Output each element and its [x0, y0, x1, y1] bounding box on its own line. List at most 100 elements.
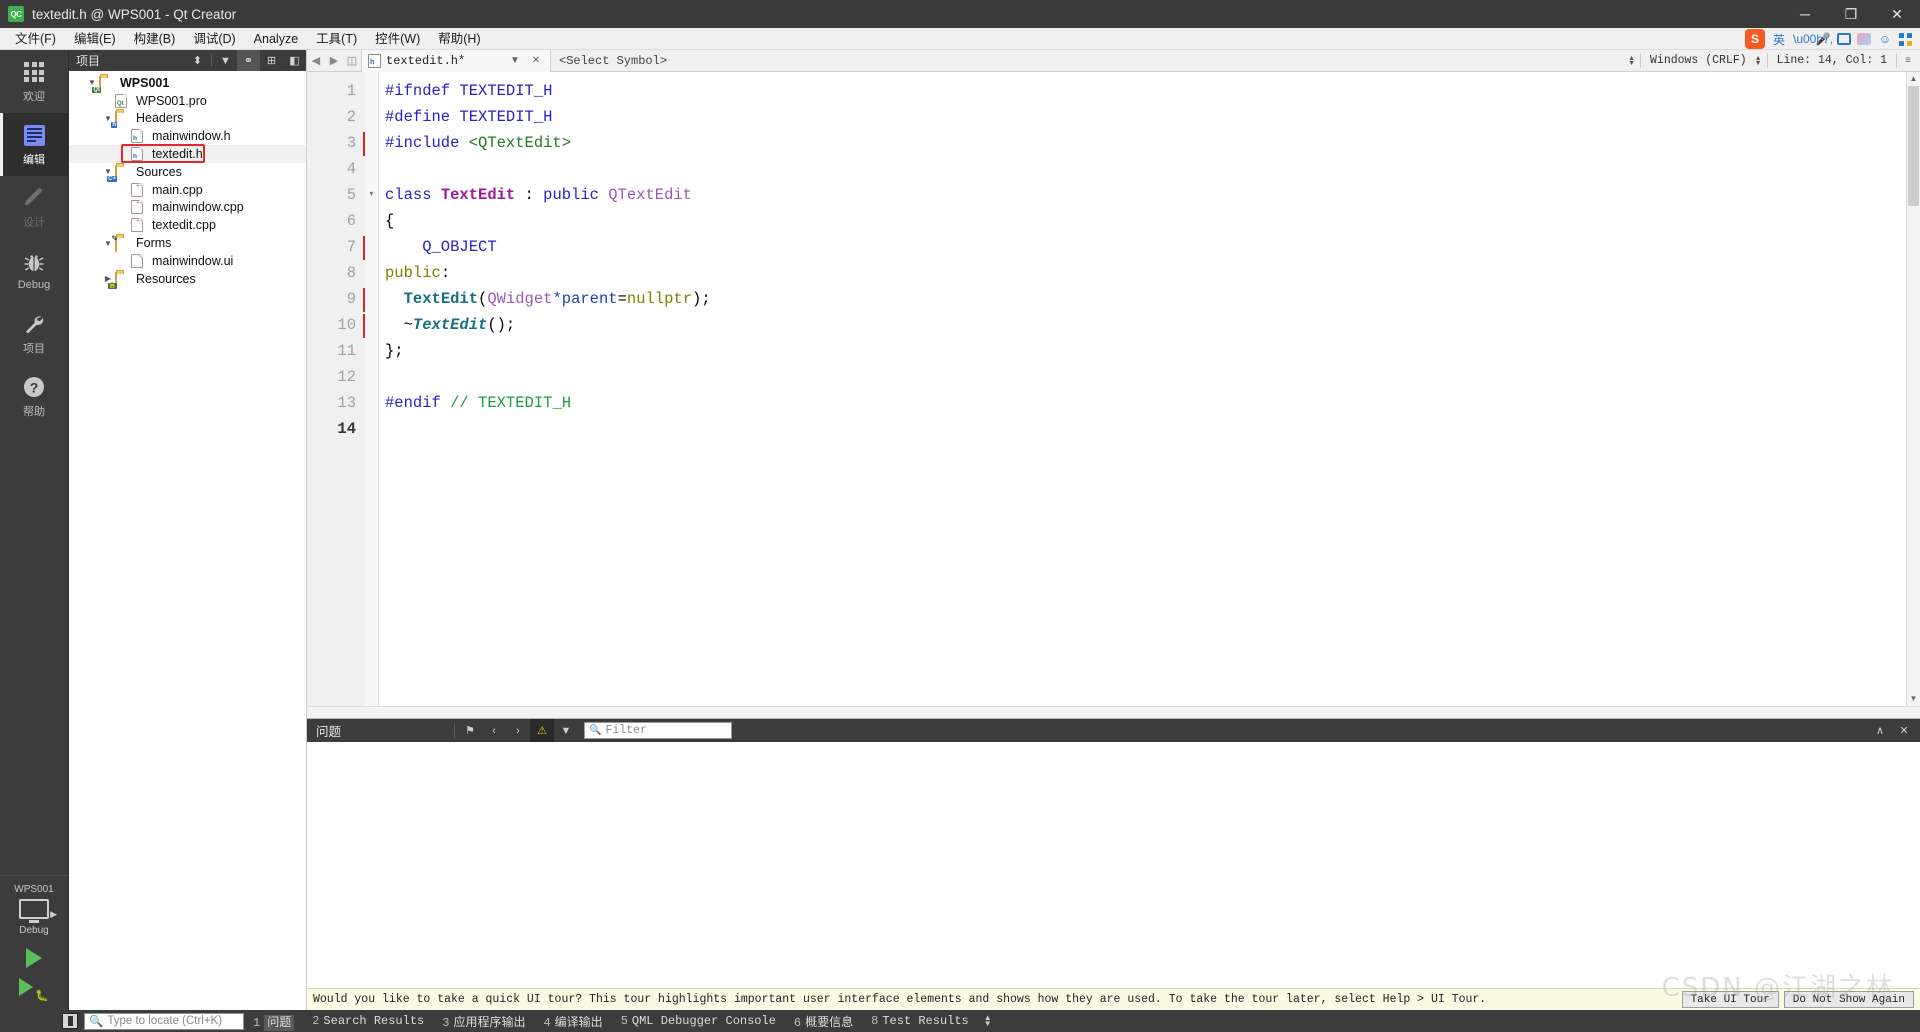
- output-pane-label: QML Debugger Console: [631, 1014, 776, 1028]
- symbol-selector[interactable]: <Select Symbol>: [551, 54, 675, 68]
- editor-splitter-icon[interactable]: ▲ ▼: [1628, 55, 1635, 67]
- output-pane-button-3[interactable]: 3 应用程序输出: [433, 1013, 534, 1030]
- line-ending-selector[interactable]: Windows (CRLF): [1644, 54, 1753, 67]
- tree-item-mainwindow-cpp[interactable]: ++ mainwindow.cpp: [69, 199, 306, 217]
- mode-edit[interactable]: 编辑: [0, 113, 68, 176]
- toolbar-sep-3: [1896, 53, 1897, 68]
- cursor-position-label[interactable]: Line: 14, Col: 1: [1771, 54, 1893, 67]
- scroll-thumb[interactable]: [1907, 86, 1919, 206]
- code-editor[interactable]: 1 2 3 4 5 6 7 8 9 10 11 12 13 14 ▾ #ifndef TEXTEDIT_H…: [307, 72, 1906, 706]
- menu-file[interactable]: 文件(F): [6, 29, 65, 49]
- menu-window[interactable]: 控件(W): [366, 29, 429, 49]
- output-pane-button-5[interactable]: 5 QML Debugger Console: [612, 1014, 785, 1028]
- run-button[interactable]: [26, 948, 42, 968]
- mode-debug[interactable]: Debug: [0, 239, 68, 302]
- menu-help[interactable]: 帮助(H): [429, 29, 489, 49]
- code-token: Q_OBJECT: [385, 238, 497, 256]
- tree-item-resources[interactable]: 🔒 Resources: [69, 270, 306, 289]
- scroll-track[interactable]: [1907, 86, 1920, 692]
- filter-dropdown-button[interactable]: ▼: [554, 719, 578, 742]
- sidebar-split-button[interactable]: ⊞: [260, 50, 283, 71]
- tree-item-mainwindow-ui[interactable]: ✎ mainwindow.ui: [69, 252, 306, 270]
- ime-skin-icon[interactable]: [1857, 33, 1871, 45]
- code-token: :: [515, 186, 544, 204]
- ime-mic-icon[interactable]: 🎤: [1815, 32, 1831, 46]
- issues-list[interactable]: [307, 742, 1920, 988]
- mode-design[interactable]: 设计: [0, 176, 68, 239]
- next-issue-button[interactable]: ›: [506, 719, 530, 742]
- menu-analyze[interactable]: Analyze: [245, 29, 307, 49]
- output-pane-button-1[interactable]: 1 问题: [244, 1013, 303, 1031]
- close-button[interactable]: ✕: [1874, 0, 1920, 28]
- menu-build[interactable]: 构建(B): [125, 29, 185, 49]
- folder-icon: C+: [107, 164, 117, 182]
- editor-tab-close-icon[interactable]: ✕: [528, 51, 544, 71]
- sidebar-toggle-button[interactable]: [62, 1013, 78, 1029]
- prev-issue-button[interactable]: ‹: [482, 719, 506, 742]
- tree-item-mainwindow-h[interactable]: h + mainwindow.h: [69, 127, 306, 145]
- mode-projects[interactable]: 项目: [0, 302, 68, 365]
- editor-horizontal-scrollbar[interactable]: [307, 706, 1920, 718]
- mode-help[interactable]: ? 帮助: [0, 365, 68, 428]
- warnings-filter-button[interactable]: ⚠: [530, 719, 554, 742]
- output-pane-button-2[interactable]: 2 Search Results: [303, 1014, 433, 1028]
- debug-run-button[interactable]: 🐛: [19, 978, 49, 1002]
- sidebar-close-button[interactable]: ◧: [283, 50, 306, 71]
- editor-vertical-scrollbar[interactable]: ▲ ▼: [1906, 72, 1920, 706]
- line-ending-dropdown-icon[interactable]: ▲ ▼: [1755, 55, 1762, 67]
- output-pane-button-6[interactable]: 6 概要信息: [785, 1013, 862, 1030]
- clear-button[interactable]: ⚑: [458, 719, 482, 742]
- tree-item-textedit-h[interactable]: h + textedit.h: [69, 144, 306, 164]
- minimize-button[interactable]: ─: [1782, 0, 1828, 28]
- ime-keyboard-icon[interactable]: [1837, 33, 1851, 45]
- project-tree[interactable]: Qt WPS001 Qt WPS001.pro h Headers h+ mainwindow…: [69, 71, 306, 1010]
- scroll-up-arrow[interactable]: ▲: [1910, 72, 1918, 86]
- output-pane-updown-icon[interactable]: ▲ ▼: [984, 1014, 992, 1028]
- close-pane-button[interactable]: ✕: [1892, 719, 1916, 742]
- code-token: <QTextEdit>: [468, 134, 572, 152]
- output-pane-button-4[interactable]: 4 编译输出: [534, 1013, 611, 1030]
- ime-language-indicator[interactable]: 英: [1771, 31, 1787, 48]
- issues-filter-input[interactable]: 🔍 Filter: [584, 722, 732, 739]
- code-text[interactable]: #ifndef TEXTEDIT_H #define TEXTEDIT_H #inc…: [379, 72, 1906, 706]
- tree-item-forms[interactable]: ✎ Forms: [69, 234, 306, 253]
- tree-item-headers[interactable]: h Headers: [69, 110, 306, 129]
- code-token: // TEXTEDIT_H: [450, 394, 572, 412]
- sidebar-sync-button[interactable]: ⚭: [237, 50, 260, 71]
- menu-debug[interactable]: 调试(D): [184, 29, 244, 49]
- tree-item-wps001[interactable]: Qt WPS001: [69, 74, 306, 93]
- ime-punctuation-icon[interactable]: \u00b7,: [1793, 32, 1833, 46]
- fold-toggle[interactable]: ▾: [365, 182, 378, 208]
- maximize-button[interactable]: ❐: [1828, 0, 1874, 28]
- maximize-pane-button[interactable]: ∧: [1868, 719, 1892, 742]
- tree-item-textedit-cpp[interactable]: ++ textedit.cpp: [69, 216, 306, 234]
- kit-selector[interactable]: WPS001 ▶ Debug: [0, 875, 68, 942]
- scroll-down-arrow[interactable]: ▼: [1910, 692, 1918, 706]
- chevron-right-icon[interactable]: [101, 274, 115, 283]
- nav-back-button[interactable]: ◀: [307, 51, 325, 71]
- menu-edit[interactable]: 编辑(E): [65, 29, 125, 49]
- output-pane-button-8[interactable]: 8 Test Results: [862, 1014, 978, 1028]
- code-folding-column[interactable]: ▾: [365, 72, 379, 706]
- ime-expression-icon[interactable]: ☺: [1877, 32, 1893, 46]
- do-not-show-again-button[interactable]: Do Not Show Again: [1783, 991, 1914, 1008]
- editor-tab-textedit-h[interactable]: h textedit.h* ▼ ✕: [361, 49, 551, 72]
- split-editor-button[interactable]: ◫: [343, 51, 361, 71]
- menu-tools[interactable]: 工具(T): [307, 29, 366, 49]
- tree-item-sources[interactable]: C+ Sources: [69, 163, 306, 182]
- mode-welcome[interactable]: 欢迎: [0, 50, 68, 113]
- tree-item-main-cpp[interactable]: ++ main.cpp: [69, 181, 306, 199]
- editor-tab-dropdown-icon[interactable]: ▼: [507, 51, 523, 71]
- sidebar-sort-button[interactable]: ⬍: [186, 50, 209, 71]
- ime-toolbox-icon[interactable]: [1899, 32, 1912, 46]
- locator-input[interactable]: 🔍 Type to locate (Ctrl+K): [84, 1012, 244, 1030]
- tree-item-wps001-pro[interactable]: Qt WPS001.pro: [69, 92, 306, 110]
- sidebar-filter-button[interactable]: ▼: [214, 50, 237, 71]
- sidebar-title: 项目: [76, 54, 101, 68]
- nav-forward-button[interactable]: ▶: [325, 51, 343, 71]
- folder-icon: 🔒: [107, 271, 117, 289]
- sogou-ime-logo[interactable]: S: [1745, 29, 1765, 49]
- editor-options-icon[interactable]: ≡: [1900, 51, 1916, 71]
- take-ui-tour-button[interactable]: Take UI Tour: [1681, 991, 1779, 1008]
